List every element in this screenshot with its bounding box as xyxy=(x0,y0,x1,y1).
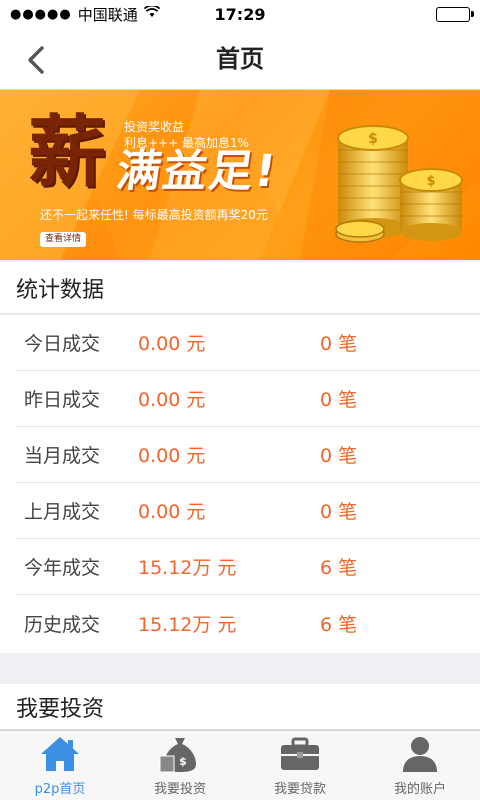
banner-line-3: 还不一起来任性! 每标最高投资额再奖20元 xyxy=(40,208,268,222)
page-title: 首页 xyxy=(216,45,264,73)
signal-strength-icon: ●●●●● xyxy=(10,6,72,22)
stats-count: 0 笔 xyxy=(320,333,358,355)
tab-label: 我要投资 xyxy=(153,782,206,797)
stats-row-last-month: 上月成交 0.00 元 0 笔 xyxy=(16,483,480,539)
stats-label: 今年成交 xyxy=(24,557,101,579)
stats-count: 6 笔 xyxy=(320,613,358,636)
stats-row-this-month: 当月成交 0.00 元 0 笔 xyxy=(16,427,480,483)
money-bag-icon: $ xyxy=(156,732,204,776)
tab-loan[interactable]: 我要贷款 xyxy=(240,731,360,800)
banner-slogan: 满益足! xyxy=(113,146,281,197)
battery-icon xyxy=(436,7,474,22)
tab-account[interactable]: 我的账户 xyxy=(360,731,480,800)
tab-label: 我的账户 xyxy=(393,782,446,797)
stats-amount: 0.00 元 xyxy=(138,389,206,411)
tab-label: 我要贷款 xyxy=(273,782,326,797)
stats-label: 昨日成交 xyxy=(24,389,101,411)
carrier-name: 中国联通 xyxy=(77,5,138,24)
clock: 17:29 xyxy=(214,4,266,24)
stats-amount: 15.12万 元 xyxy=(138,613,237,636)
stats-label: 历史成交 xyxy=(24,613,101,636)
stats-count: 6 笔 xyxy=(320,557,358,579)
stats-row-today: 今日成交 0.00 元 0 笔 xyxy=(16,315,480,371)
tab-home[interactable]: p2p首页 xyxy=(0,731,120,800)
nav-bar: 首页 xyxy=(0,28,480,90)
stats-amount: 0.00 元 xyxy=(138,333,206,355)
svg-text:$: $ xyxy=(426,174,435,189)
stats-amount: 0.00 元 xyxy=(138,445,206,467)
status-bar: ●●●●● 中国联通 17:29 xyxy=(0,0,480,28)
stats-row-yesterday: 昨日成交 0.00 元 0 笔 xyxy=(16,371,480,427)
stats-amount: 15.12万 元 xyxy=(138,557,237,579)
briefcase-icon xyxy=(276,732,324,776)
tab-bar: p2p首页 $ 我要投资 我要贷款 我的账户 xyxy=(0,730,480,800)
stats-label: 当月成交 xyxy=(24,445,101,467)
stats-row-this-year: 今年成交 15.12万 元 6 笔 xyxy=(16,539,480,595)
promo-banner[interactable]: 薪 投资奖收益 利息+++ 最高加息1% 满益足! 还不一起来任性! 每标最高投… xyxy=(0,90,480,260)
stats-row-all-time: 历史成交 15.12万 元 6 笔 xyxy=(16,595,480,651)
stats-count: 0 笔 xyxy=(320,501,358,523)
tab-invest[interactable]: $ 我要投资 xyxy=(120,731,240,800)
view-details-button[interactable]: 查看详情 xyxy=(40,232,87,247)
stats-amount: 0.00 元 xyxy=(138,501,206,523)
svg-text:$: $ xyxy=(179,755,187,768)
banner-big-character: 薪 xyxy=(28,107,107,198)
invest-section-title[interactable]: 我要投资 xyxy=(0,684,480,730)
stats-label: 上月成交 xyxy=(24,501,101,523)
stats-count: 0 笔 xyxy=(320,389,358,411)
home-icon xyxy=(36,732,84,776)
stats-list: 今日成交 0.00 元 0 笔 昨日成交 0.00 元 0 笔 当月成交 0.0… xyxy=(0,315,480,653)
stats-count: 0 笔 xyxy=(320,445,358,467)
wifi-icon xyxy=(143,4,160,22)
user-icon xyxy=(396,732,444,776)
svg-text:$: $ xyxy=(368,131,378,147)
stats-section-title: 统计数据 xyxy=(0,262,480,314)
stats-label: 今日成交 xyxy=(24,333,101,355)
gold-coins-icon: $ $ xyxy=(335,125,463,243)
banner-line-1: 投资奖收益 xyxy=(124,120,185,134)
tab-label: p2p首页 xyxy=(34,782,86,797)
